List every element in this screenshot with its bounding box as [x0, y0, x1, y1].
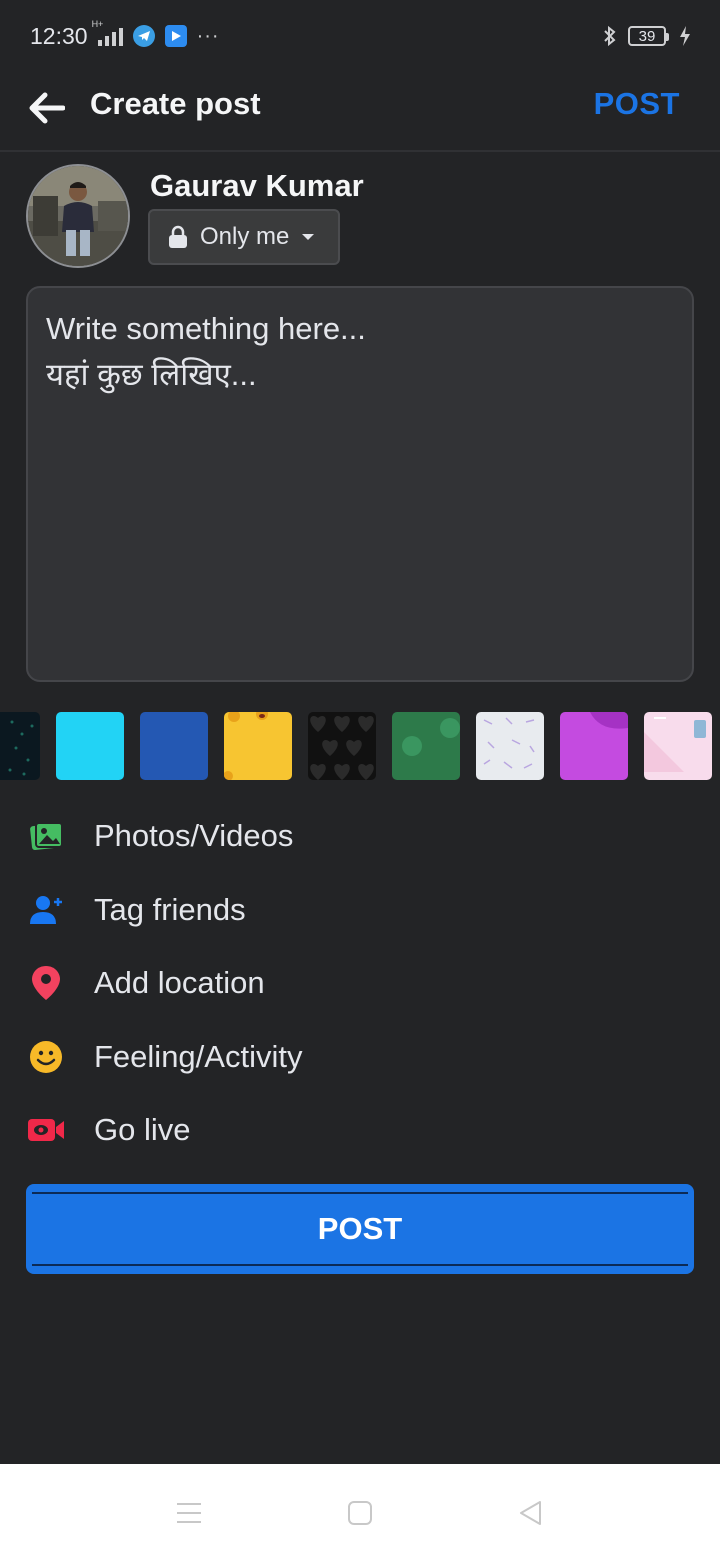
avatar[interactable]: [26, 164, 130, 268]
status-left: 12:30 H+ ···: [30, 19, 220, 50]
action-feeling-activity[interactable]: Feeling/Activity: [0, 1021, 720, 1093]
hearts-pattern: [310, 715, 374, 780]
back-button[interactable]: [24, 86, 68, 130]
action-tag-friends[interactable]: Tag friends: [0, 874, 720, 946]
action-label: Photos/Videos: [94, 818, 294, 853]
telegram-icon: [132, 25, 155, 47]
dots-pattern: [8, 720, 34, 776]
post-header-button[interactable]: POST: [594, 86, 680, 122]
background-swatch-yellow-emoji[interactable]: [224, 712, 292, 780]
battery-level: 39: [638, 27, 656, 45]
action-label: Tag friends: [94, 892, 246, 927]
background-swatch-pink[interactable]: [644, 712, 712, 780]
system-nav-bar: [0, 1464, 720, 1560]
action-label: Go live: [94, 1112, 191, 1147]
background-swatch-cyan[interactable]: [56, 712, 124, 780]
green-pattern: [402, 718, 460, 756]
battery-indicator: 39: [628, 26, 669, 46]
network-type-label: H+: [91, 19, 104, 29]
placeholder-english: Write something here...: [46, 311, 366, 346]
background-picker: [0, 712, 720, 780]
live-video-icon: [26, 1110, 66, 1150]
background-swatch-light-pattern[interactable]: [476, 712, 544, 780]
privacy-selector[interactable]: Only me: [148, 209, 340, 265]
background-swatch-purple[interactable]: [560, 712, 628, 780]
back-nav-icon[interactable]: [516, 1498, 546, 1528]
smiley-icon: [26, 1037, 66, 1077]
location-pin-icon: [26, 963, 66, 1003]
action-go-live[interactable]: Go live: [0, 1094, 720, 1166]
status-right: 39: [598, 24, 692, 48]
action-label: Add location: [94, 965, 265, 1000]
menu-icon[interactable]: [174, 1498, 204, 1528]
action-photos-videos[interactable]: Photos/Videos: [0, 800, 720, 872]
home-icon[interactable]: [345, 1498, 375, 1528]
back-arrow-icon: [29, 92, 65, 124]
charging-icon: [680, 26, 690, 46]
doodle-pattern: [483, 717, 535, 769]
clock: 12:30: [30, 22, 88, 49]
background-swatch-blue[interactable]: [140, 712, 208, 780]
purple-wave: [590, 712, 628, 729]
page-title: Create post: [90, 86, 261, 121]
caret-down-icon: [302, 234, 315, 240]
user-name: Gaurav Kumar: [150, 168, 364, 203]
more-notifications-icon: ···: [196, 24, 220, 47]
media-app-icon: [164, 25, 187, 47]
action-label: Feeling/Activity: [94, 1039, 303, 1074]
post-text-input[interactable]: Write something here... यहां कुछ लिखिए..…: [26, 286, 694, 682]
background-swatch-green[interactable]: [392, 712, 460, 780]
background-swatch-black-hearts[interactable]: [308, 712, 376, 780]
bluetooth-icon: [604, 25, 616, 47]
privacy-label: Only me: [200, 223, 290, 250]
emoji-pattern: [224, 712, 268, 780]
post-button[interactable]: POST: [26, 1184, 694, 1274]
lock-icon: [169, 225, 187, 248]
pink-pattern: [644, 717, 706, 772]
background-swatch-dark-dots[interactable]: [0, 712, 40, 780]
status-bar: 12:30 H+ ··· 39: [0, 0, 720, 72]
photo-icon: [26, 816, 66, 856]
signal-icon: H+: [92, 19, 123, 46]
tag-friend-icon: [26, 890, 66, 930]
action-add-location[interactable]: Add location: [0, 947, 720, 1019]
profile-photo: [28, 166, 128, 266]
placeholder-hindi: यहां कुछ लिखिए...: [46, 357, 257, 392]
app-bar: Create post POST: [0, 72, 720, 152]
